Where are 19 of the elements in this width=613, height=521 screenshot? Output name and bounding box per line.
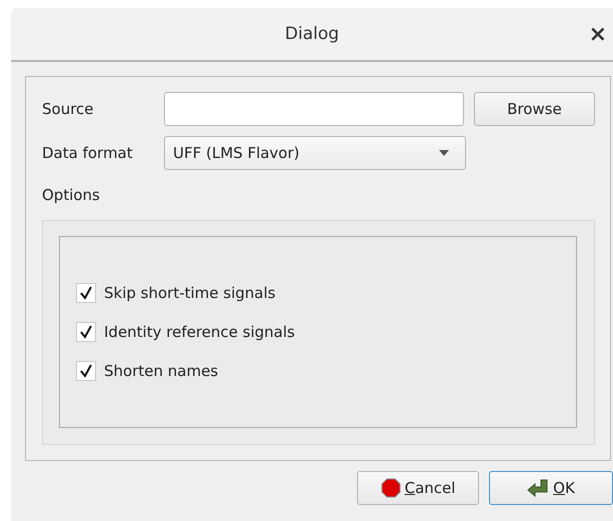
- stop-icon: [380, 478, 401, 498]
- checkbox[interactable]: [76, 361, 96, 381]
- caret-icon: [439, 150, 449, 156]
- ok-button[interactable]: OK: [489, 471, 613, 505]
- window-title: Dialog: [284, 24, 340, 44]
- arrow-icon: [527, 479, 550, 497]
- checkbox-label: Skip short-time signals: [104, 284, 276, 302]
- data-format-dropdown[interactable]: UFF (LMS Flavor): [164, 136, 466, 170]
- data-format-label: Data format: [42, 144, 134, 162]
- options-label: Options: [42, 186, 101, 204]
- checkbox-label: Identity reference signals: [104, 323, 295, 341]
- cancel-button[interactable]: Cancel: [357, 471, 479, 505]
- source-label: Source: [42, 100, 95, 118]
- close-icon[interactable]: ×: [588, 22, 607, 47]
- checkbox[interactable]: [76, 283, 96, 303]
- browse-button[interactable]: Browse: [474, 92, 595, 126]
- checkbox[interactable]: [76, 322, 96, 342]
- source-field[interactable]: [164, 92, 464, 126]
- checkbox-label: Shorten names: [104, 362, 218, 380]
